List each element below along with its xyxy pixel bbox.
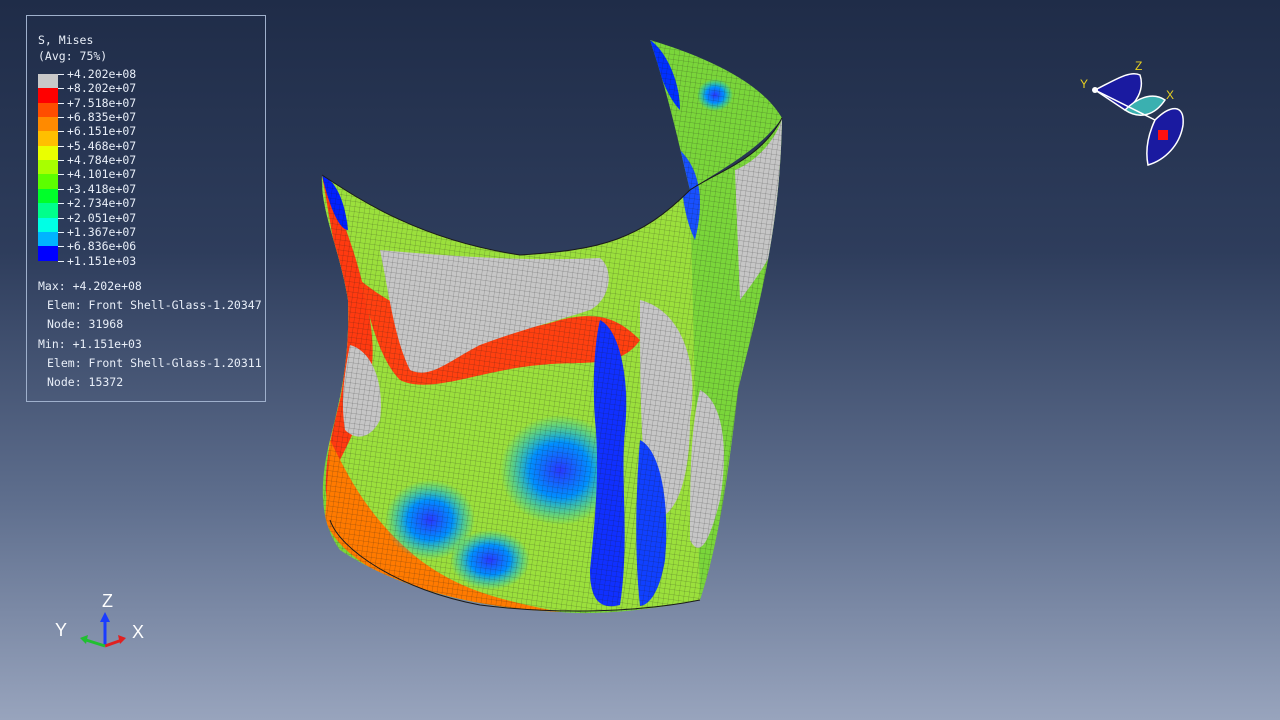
triad-y-label: Y	[55, 620, 67, 640]
y-axis-arrow	[85, 638, 106, 648]
triad-x-label: X	[132, 622, 144, 642]
triad-z-label: Z	[102, 591, 113, 611]
cube-x-label: X	[1166, 88, 1174, 102]
cube-y-label: Y	[1080, 77, 1088, 91]
view-cube[interactable]: Y Z X	[1070, 55, 1200, 175]
cube-z-label: Z	[1135, 59, 1142, 73]
glass-shell-mesh	[321, 40, 782, 614]
axis-triad: Z Y X	[55, 591, 144, 648]
